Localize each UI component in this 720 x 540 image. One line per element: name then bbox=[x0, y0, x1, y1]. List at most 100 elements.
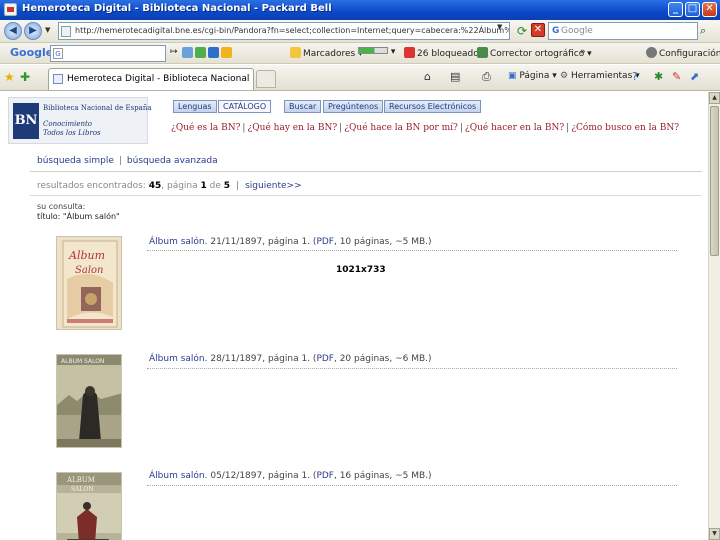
advanced-search-link[interactable]: búsqueda avanzada bbox=[127, 156, 218, 166]
scroll-down-icon[interactable]: ▼ bbox=[709, 528, 720, 540]
history-dropdown-icon[interactable]: ▼ bbox=[45, 26, 50, 34]
tab-hemeroteca[interactable]: Hemeroteca Digital - Biblioteca Nacional bbox=[48, 68, 254, 90]
menu-lenguas[interactable]: Lenguas bbox=[173, 100, 217, 113]
result-divider bbox=[147, 250, 677, 251]
logo-tagline: Conocimiento Todos los Libros bbox=[43, 120, 101, 137]
tools-menu[interactable]: ⚙ Herramientas ▾ bbox=[560, 71, 640, 81]
browser-icon bbox=[4, 3, 17, 16]
bn-mark: BN bbox=[13, 103, 39, 139]
spellcheck-menu[interactable]: Corrector ortográfico ▾ bbox=[477, 47, 592, 59]
star-bookmark-icon bbox=[290, 47, 301, 58]
favorites-star-icon[interactable]: ★ bbox=[4, 70, 15, 84]
address-bar[interactable]: http://hemerotecadigital.bne.es/cgi-bin/… bbox=[58, 22, 510, 40]
menu-recursos[interactable]: Recursos Electrónicos bbox=[384, 100, 482, 113]
pagerank-bar bbox=[358, 47, 388, 54]
search-box[interactable]: G Google bbox=[548, 22, 698, 40]
home-icon[interactable]: ⌂ bbox=[424, 70, 431, 83]
divider bbox=[30, 195, 702, 196]
web-icon bbox=[182, 47, 193, 58]
logo-title: Biblioteca Nacional de España bbox=[43, 104, 152, 112]
popup-blocker[interactable]: 26 bloqueados bbox=[404, 47, 483, 59]
navigation-bar: ◀ ▶ ▼ http://hemerotecadigital.bne.es/cg… bbox=[0, 20, 720, 43]
addon-icon-1[interactable]: ✱ bbox=[654, 70, 663, 83]
result-title-link[interactable]: Álbum salón. bbox=[149, 471, 207, 481]
result-item-1: Álbum salón. 21/11/1897, página 1. (PDF,… bbox=[149, 237, 432, 247]
toolbar-more[interactable]: » bbox=[580, 47, 586, 57]
add-favorite-icon[interactable]: ✚ bbox=[20, 70, 30, 84]
tab-favicon bbox=[53, 74, 63, 84]
svg-text:SALON: SALON bbox=[71, 486, 94, 493]
forward-button[interactable]: ▶ bbox=[24, 22, 42, 40]
result-divider bbox=[147, 368, 677, 369]
address-dropdown-icon[interactable]: ▼ bbox=[497, 23, 502, 31]
svg-text:ALBUM: ALBUM bbox=[66, 476, 95, 484]
menu-buscar[interactable]: Buscar bbox=[284, 100, 322, 113]
page-content: BN Biblioteca Nacional de España Conocim… bbox=[0, 92, 708, 540]
divider bbox=[30, 171, 702, 172]
result-thumbnail-2[interactable]: ALBUM SALON bbox=[56, 354, 122, 448]
vertical-scrollbar[interactable]: ▲ ▼ bbox=[708, 92, 720, 540]
scroll-thumb[interactable] bbox=[710, 106, 719, 256]
result-item-3: Álbum salón. 05/12/1897, página 1. (PDF,… bbox=[149, 471, 432, 481]
scroll-up-icon[interactable]: ▲ bbox=[709, 92, 720, 104]
page-icon bbox=[61, 26, 71, 37]
result-thumbnail-1[interactable]: Album Salon bbox=[56, 236, 122, 330]
pdf-link[interactable]: PDF bbox=[316, 354, 334, 364]
tab-bar: ★ ✚ Hemeroteca Digital - Biblioteca Naci… bbox=[0, 65, 720, 91]
print-icon[interactable]: ⎙ bbox=[482, 70, 491, 84]
google-toolbar-search[interactable]: G bbox=[50, 45, 166, 62]
search-placeholder: Google bbox=[561, 26, 593, 36]
toolbar-search-go-icon[interactable]: ↦ bbox=[170, 47, 178, 57]
next-page-link[interactable]: siguiente>> bbox=[245, 181, 302, 191]
addon-icon-3[interactable]: ⬈ bbox=[690, 70, 699, 83]
menu-preguntenos[interactable]: Pregúntenos bbox=[323, 100, 384, 113]
result-thumbnail-3[interactable]: ALBUM SALON bbox=[56, 472, 122, 540]
svg-text:ALBUM SALON: ALBUM SALON bbox=[61, 358, 104, 365]
toolbar-icons-group[interactable] bbox=[182, 47, 234, 59]
tab-label: Hemeroteca Digital - Biblioteca Nacional bbox=[67, 74, 250, 84]
bne-logo[interactable]: BN Biblioteca Nacional de España Conocim… bbox=[8, 97, 152, 144]
window-titlebar: Hemeroteca Digital - Biblioteca Nacional… bbox=[0, 0, 720, 20]
bookmarks-menu[interactable]: Marcadores ▾ bbox=[290, 47, 363, 59]
refresh-icon[interactable]: ⟳ bbox=[514, 23, 530, 39]
page-icon-small: ▣ bbox=[508, 71, 517, 81]
query-value: título: "Álbum salón" bbox=[37, 212, 120, 221]
maximize-button[interactable]: □ bbox=[685, 2, 700, 17]
new-tab-button[interactable] bbox=[256, 70, 276, 88]
help-icon[interactable]: ? bbox=[632, 70, 638, 83]
google-logo: Google bbox=[10, 46, 54, 59]
block-icon bbox=[404, 47, 415, 58]
stop-icon[interactable]: ✕ bbox=[531, 23, 545, 37]
addon-icon-2[interactable]: ✎ bbox=[672, 70, 681, 83]
result-title-link[interactable]: Álbum salón. bbox=[149, 354, 207, 364]
close-window-button[interactable]: ✕ bbox=[702, 2, 717, 17]
question-link-5[interactable]: ¿Cómo busco en la BN? bbox=[571, 123, 679, 133]
simple-search-link[interactable]: búsqueda simple bbox=[37, 156, 114, 166]
settings-menu[interactable]: Configuración ▾ bbox=[646, 47, 720, 59]
pdf-link[interactable]: PDF bbox=[316, 471, 334, 481]
pdf-link[interactable]: PDF bbox=[316, 237, 334, 247]
question-link-1[interactable]: ¿Qué es la BN? bbox=[171, 123, 240, 133]
page-menu[interactable]: ▣ Página ▾ bbox=[508, 71, 557, 81]
result-item-2: Álbum salón. 28/11/1897, página 1. (PDF,… bbox=[149, 354, 432, 364]
google-search-icon: G bbox=[552, 26, 560, 36]
question-link-3[interactable]: ¿Qué hace la BN por mí? bbox=[344, 123, 458, 133]
question-link-2[interactable]: ¿Qué hay en la BN? bbox=[247, 123, 337, 133]
minimize-button[interactable]: _ bbox=[668, 2, 683, 17]
tools-icon: ⚙ bbox=[560, 71, 569, 81]
feeds-icon[interactable]: ▤ bbox=[450, 70, 460, 83]
window-title: Hemeroteca Digital - Biblioteca Nacional… bbox=[22, 3, 332, 14]
svg-text:Album: Album bbox=[68, 249, 105, 262]
address-url[interactable]: http://hemerotecadigital.bne.es/cgi-bin/… bbox=[75, 26, 509, 35]
news-icon bbox=[208, 47, 219, 58]
question-link-4[interactable]: ¿Qué hacer en la BN? bbox=[465, 123, 564, 133]
result-title-link[interactable]: Álbum salón. bbox=[149, 237, 207, 247]
image-dimension-label: 1021x733 bbox=[336, 265, 386, 275]
search-go-icon[interactable]: ⌕ bbox=[700, 24, 706, 38]
wrench-icon bbox=[646, 47, 657, 58]
question-links: ¿Qué es la BN? | ¿Qué hay en la BN? | ¿Qué h… bbox=[171, 123, 680, 133]
apps-icon bbox=[195, 47, 206, 58]
menu-catalogo[interactable]: CATÁLOGO bbox=[218, 100, 272, 113]
back-button[interactable]: ◀ bbox=[4, 22, 22, 40]
pagerank-indicator[interactable]: ▾ bbox=[358, 47, 395, 57]
